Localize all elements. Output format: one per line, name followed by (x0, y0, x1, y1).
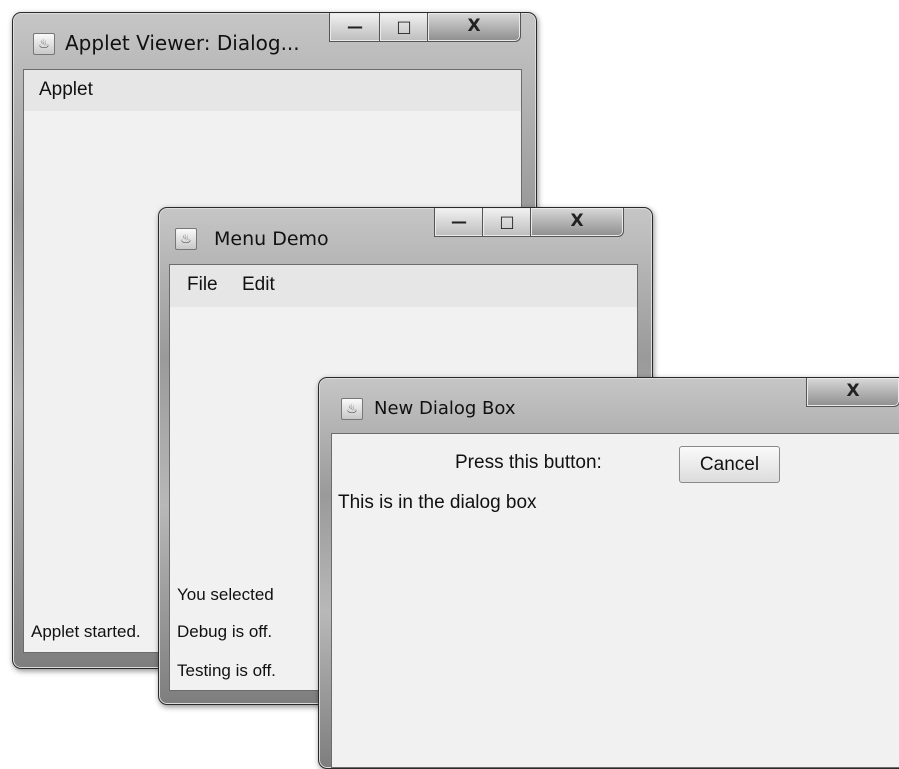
dialog-titlebar[interactable]: ♨ New Dialog Box X (319, 378, 899, 433)
menu-demo-titlebar[interactable]: ♨ Menu Demo — □ X (159, 208, 652, 264)
applet-status: Applet started. (31, 622, 141, 641)
menu-bar: Applet (24, 70, 521, 111)
menu-bar: File Edit (170, 265, 637, 307)
dialog-window: ♨ New Dialog Box X Press this button: Ca… (318, 377, 899, 769)
java-app-icon: ♨ (33, 33, 55, 55)
cancel-button[interactable]: Cancel (679, 446, 780, 483)
press-label: Press this button: (455, 452, 602, 473)
window-title: Applet Viewer: Dialog... (65, 31, 300, 55)
close-button[interactable]: X (530, 208, 624, 237)
debug-status: Debug is off. (177, 622, 273, 641)
window-title: Menu Demo (214, 228, 329, 250)
java-app-icon: ♨ (341, 398, 363, 420)
maximize-button[interactable]: □ (482, 208, 532, 237)
applet-viewer-titlebar[interactable]: ♨ Applet Viewer: Dialog... — □ X (13, 13, 536, 69)
close-button[interactable]: X (806, 378, 899, 407)
menu-applet[interactable]: Applet (39, 79, 93, 101)
selection-status: You selected (177, 585, 274, 604)
dialog-client: Press this button: Cancel This is in the… (331, 433, 899, 768)
maximize-button[interactable]: □ (379, 13, 429, 42)
java-app-icon: ♨ (175, 228, 197, 250)
menu-file[interactable]: File (187, 274, 218, 296)
dialog-message: This is in the dialog box (338, 492, 537, 513)
minimize-button[interactable]: — (434, 208, 484, 237)
testing-status: Testing is off. (177, 661, 276, 680)
menu-edit[interactable]: Edit (242, 274, 275, 296)
minimize-button[interactable]: — (329, 13, 381, 42)
dialog-title: New Dialog Box (374, 398, 516, 419)
close-button[interactable]: X (427, 13, 521, 42)
